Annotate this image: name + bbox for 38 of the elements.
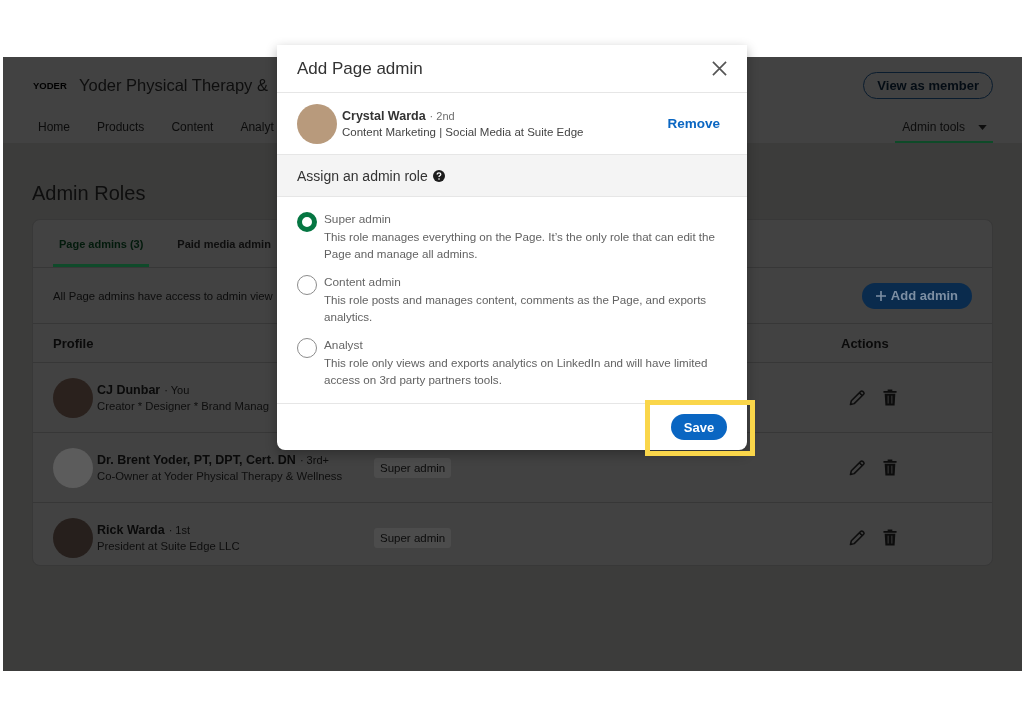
- trash-icon[interactable]: [883, 389, 897, 406]
- role-badge: Super admin: [374, 457, 452, 478]
- trash-icon[interactable]: [883, 459, 897, 476]
- help-icon[interactable]: [432, 169, 445, 182]
- role-description: This role posts and manages content, comments as the Page, and exports analytics.: [324, 292, 708, 325]
- person-headline: Content Marketing | Social Media at Suite Edge: [342, 126, 584, 138]
- role-description: This role manages everything on the Page. It’s the only role that can edit the Page and manage all admins.: [324, 229, 716, 262]
- radio-button[interactable]: [297, 212, 317, 232]
- section-title: Assign an admin role: [297, 167, 428, 184]
- role-description: This role only views and exports analytics on LinkedIn and will have limited access on 3rd party partners tools.: [324, 355, 709, 388]
- role-name: Content admin: [324, 274, 402, 290]
- close-icon[interactable]: [712, 61, 727, 76]
- add-admin-button[interactable]: Add admin: [861, 282, 972, 309]
- pencil-icon[interactable]: [849, 529, 866, 546]
- person-name[interactable]: Rick Warda: [97, 523, 165, 537]
- role-badge: Super admin: [374, 527, 452, 548]
- profile-photo-placeholder: [53, 377, 93, 418]
- column-header: Profile: [53, 335, 94, 351]
- role-name: Super admin: [324, 211, 392, 227]
- trash-icon[interactable]: [883, 529, 897, 546]
- profile-photo-placeholder: [297, 103, 337, 144]
- pencil-icon[interactable]: [849, 459, 866, 476]
- save-button[interactable]: Save: [671, 414, 727, 440]
- profile-photo-placeholder: [53, 517, 93, 558]
- logo-text: YODER: [33, 79, 68, 91]
- tab[interactable]: Page admins (3): [53, 220, 150, 267]
- caret-icon: [978, 124, 987, 130]
- profile-photo-placeholder: [53, 447, 93, 488]
- role-name: Analyst: [324, 337, 364, 353]
- remove-link[interactable]: Remove: [667, 116, 720, 131]
- person-name[interactable]: Dr. Brent Yoder, PT, DPT, Cert. DN: [97, 453, 296, 467]
- person-name[interactable]: Crystal Warda: [342, 109, 426, 123]
- column-header: Actions: [841, 335, 889, 351]
- plus-icon: [875, 290, 886, 301]
- person-name[interactable]: CJ Dunbar: [97, 383, 161, 397]
- pencil-icon[interactable]: [849, 389, 866, 406]
- dialog-title: Add Page admin: [297, 58, 423, 79]
- connection-degree: · 2nd: [429, 110, 455, 122]
